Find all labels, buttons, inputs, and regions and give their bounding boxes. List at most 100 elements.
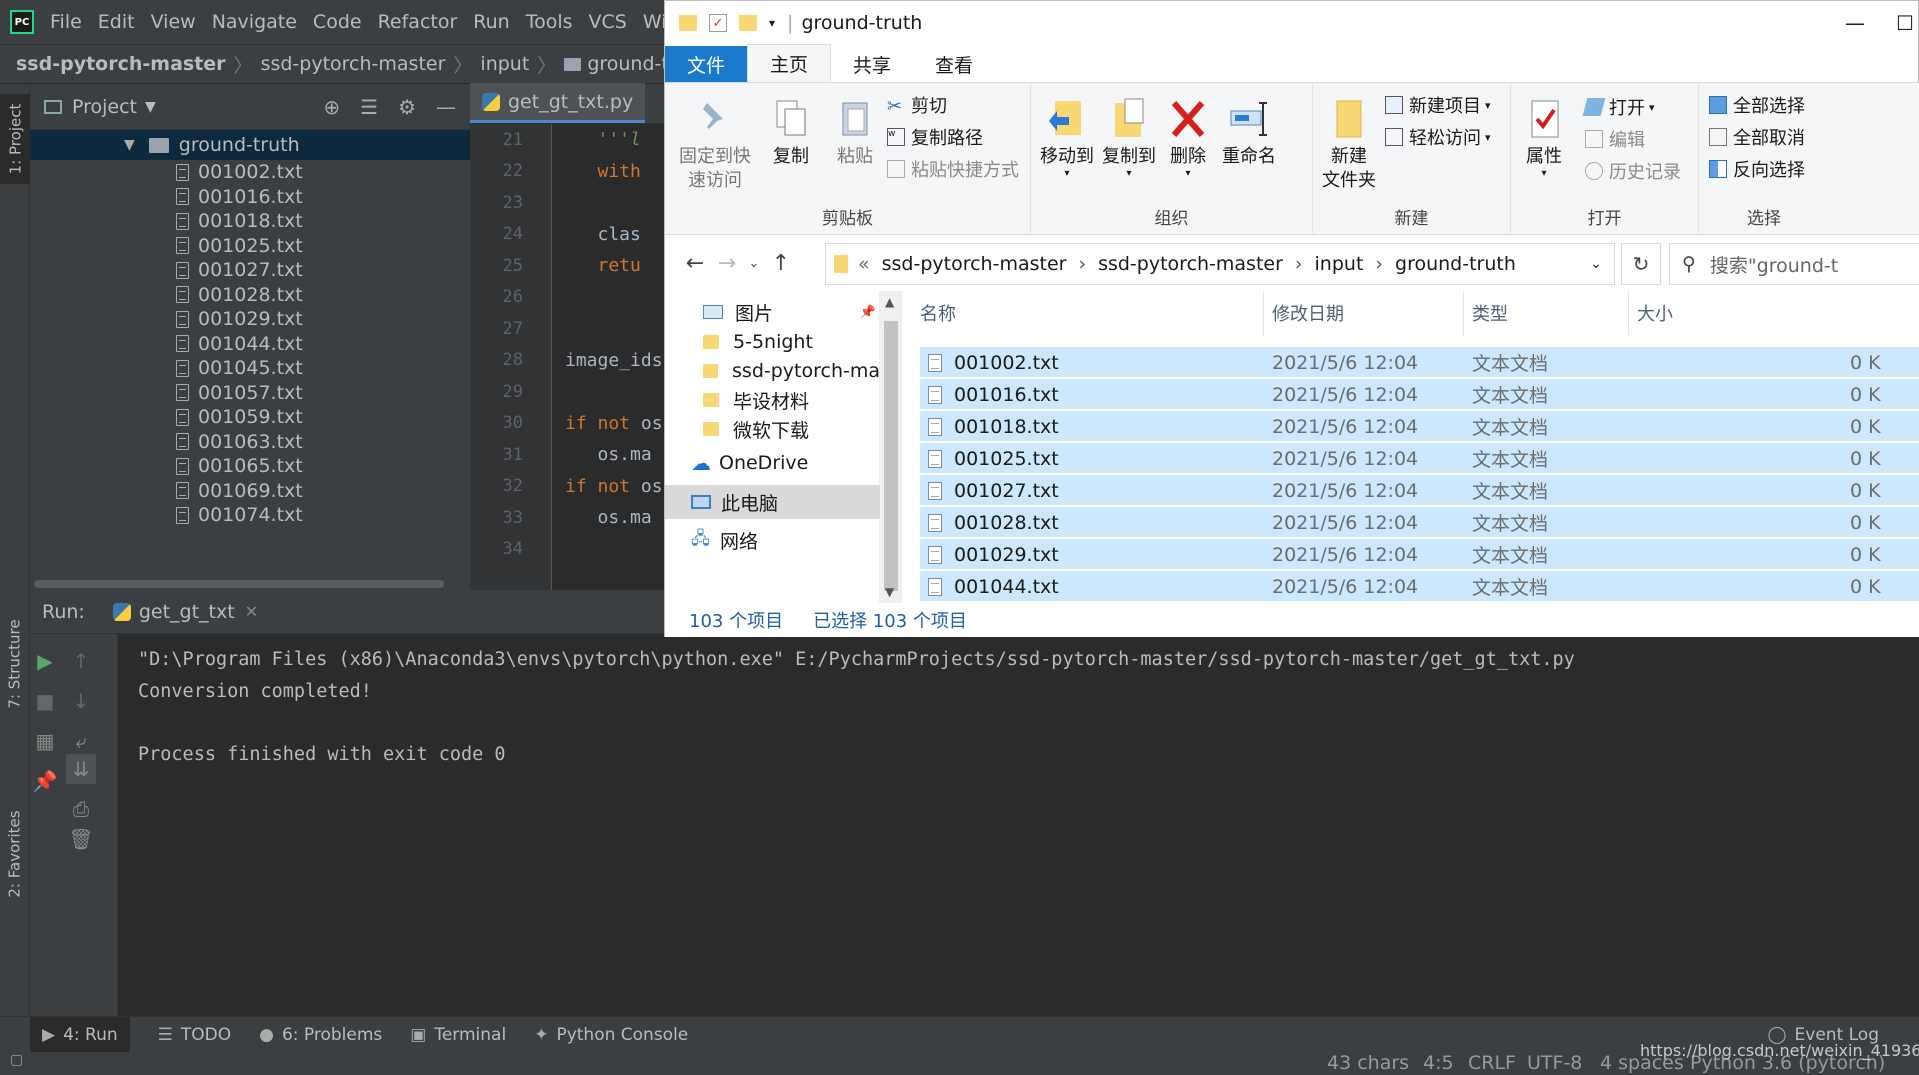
chevron-down-icon[interactable]: ⌄ [1590,256,1602,272]
properties-quick-icon[interactable]: ✓ [709,14,727,32]
tree-file-row[interactable]: 001029.txt [30,307,470,332]
column-header-date[interactable]: 修改日期 [1264,291,1464,335]
trash-icon[interactable]: 🗑 [66,824,96,854]
rerun-icon[interactable]: ▶ [30,646,60,676]
print-icon[interactable]: ⎙ [66,794,96,824]
scroll-to-end-icon[interactable]: ⇊ [66,754,96,784]
tree-file-row[interactable]: 001059.txt [30,405,470,430]
search-input[interactable]: ⚲ 搜索"ground-t [1669,243,1919,285]
menu-view[interactable]: View [151,11,196,33]
tree-file-row[interactable]: 001063.txt [30,430,470,455]
nav-item-this-pc[interactable]: 此电脑 [665,485,880,519]
status-panel-icon[interactable]: ▢ [10,1052,23,1068]
soft-wrap-icon[interactable]: ⤶ [66,726,96,756]
pin-quick-access-button[interactable]: 固定到快 速访问 [673,97,757,193]
column-header-type[interactable]: 类型 [1464,291,1629,335]
maximize-button[interactable]: ☐ [1880,1,1919,45]
file-row[interactable]: 001027.txt 2021/5/6 12:04 文本文档 0 K [920,475,1919,506]
address-bar[interactable]: « ssd-pytorch-master › ssd-pytorch-maste… [825,243,1615,285]
column-header-size[interactable]: 大小 [1629,291,1919,335]
address-crumb[interactable]: ssd-pytorch-master [882,253,1067,275]
history-button[interactable]: 历史记录 [1585,157,1681,185]
new-folder-button[interactable]: 新建 文件夹 [1319,97,1379,193]
chevron-down-icon[interactable]: ▼ [124,137,135,153]
up-arrow-icon[interactable]: ↑ [66,646,96,676]
tab-file[interactable]: 文件 [665,46,748,82]
nav-item-onedrive[interactable]: ☁ OneDrive [665,446,880,480]
paste-shortcut-button[interactable]: 粘贴快捷方式 [887,155,1019,183]
tool-tab-run[interactable]: ▶ 4: Run [30,1016,130,1053]
move-to-button[interactable]: 移动到 ▾ [1037,97,1097,179]
column-header-name[interactable]: 名称 [912,291,1264,335]
status-cursor-position[interactable]: 4:5 [1423,1052,1454,1074]
file-row[interactable]: 001044.txt 2021/5/6 12:04 文本文档 0 K [920,571,1919,602]
editor-tab[interactable]: get_gt_txt.py [470,83,646,123]
recent-locations-chevron-icon[interactable]: ⌄ [743,256,765,271]
up-arrow-icon[interactable]: ↑ [765,251,797,276]
refresh-button[interactable]: ↻ [1621,243,1661,285]
tree-file-row[interactable]: 001074.txt [30,503,470,528]
tree-file-row[interactable]: 001025.txt [30,234,470,259]
address-crumb[interactable]: input [1315,253,1364,275]
tree-file-row[interactable]: 001028.txt [30,283,470,308]
file-row[interactable]: 001016.txt 2021/5/6 12:04 文本文档 0 K [920,379,1919,410]
menu-vcs[interactable]: VCS [589,11,627,33]
tool-tab-structure[interactable]: 7: Structure [0,604,30,724]
chevron-down-icon[interactable]: ▼ [145,99,156,115]
copy-button[interactable]: 复制 [761,97,821,169]
file-row[interactable]: 001018.txt 2021/5/6 12:04 文本文档 0 K [920,411,1919,442]
status-encoding[interactable]: UTF-8 [1527,1052,1582,1074]
invert-selection-button[interactable]: 反向选择 [1709,155,1805,183]
menu-file[interactable]: File [50,11,82,33]
copy-path-button[interactable]: w 复制路径 [887,123,983,151]
tool-tab-todo[interactable]: ☰ TODO [158,1025,232,1045]
minimize-button[interactable]: — [1830,1,1880,45]
tree-file-row[interactable]: 001057.txt [30,381,470,406]
nav-item-downloads[interactable]: 微软下载 [665,412,880,446]
horizontal-scrollbar[interactable] [30,578,470,590]
tree-file-row[interactable]: 001069.txt [30,479,470,504]
scrollbar-thumb[interactable] [884,321,898,591]
menu-run[interactable]: Run [473,11,509,33]
open-button[interactable]: 打开 ▾ [1582,93,1655,121]
locate-icon[interactable]: ⊕ [323,95,340,119]
edit-button[interactable]: 编辑 [1585,125,1645,153]
tree-file-row[interactable]: 001065.txt [30,454,470,479]
chevron-right-icon[interactable]: › [1295,253,1303,275]
address-crumb[interactable]: ground-truth [1395,253,1516,275]
file-row[interactable]: 001029.txt 2021/5/6 12:04 文本文档 0 K [920,539,1919,570]
minimize-icon[interactable]: — [436,95,456,119]
select-none-button[interactable]: 全部取消 [1709,123,1805,151]
run-tab[interactable]: get_gt_txt ✕ [112,601,258,623]
breadcrumb-item[interactable]: ssd-pytorch-master [261,53,446,75]
collapse-all-icon[interactable]: ☰ [360,95,378,119]
tool-tab-python-console[interactable]: ✦ Python Console [534,1025,688,1045]
tree-file-row[interactable]: 001027.txt [30,258,470,283]
project-view-selector[interactable]: Project [72,96,137,118]
gear-icon[interactable]: ⚙ [398,95,416,119]
tool-tab-project[interactable]: 1: Project [0,94,30,184]
copy-to-button[interactable]: 复制到 ▾ [1099,97,1159,179]
close-icon[interactable]: ✕ [245,602,258,621]
chevron-down-icon[interactable]: ▾ [769,16,775,30]
forward-arrow-icon[interactable]: → [711,251,743,276]
menu-code[interactable]: Code [313,11,362,33]
console-output[interactable]: "D:\Program Files (x86)\Anaconda3\envs\p… [138,634,1898,1016]
layout-icon[interactable]: ▦ [30,726,60,756]
cut-button[interactable]: ✂ 剪切 [887,91,947,119]
menu-edit[interactable]: Edit [98,11,135,33]
scrollbar-thumb[interactable] [34,580,444,588]
back-arrow-icon[interactable]: ← [679,251,711,276]
file-row[interactable]: 001002.txt 2021/5/6 12:04 文本文档 0 K [920,347,1919,378]
tree-file-row[interactable]: 001018.txt [30,209,470,234]
overflow-chevron-icon[interactable]: « [858,253,870,275]
stop-icon[interactable]: ■ [30,686,60,716]
breadcrumb-item[interactable]: ssd-pytorch-master [16,53,226,75]
paste-button[interactable]: 粘贴 [825,97,885,169]
menu-tools[interactable]: Tools [526,11,573,33]
tree-file-row[interactable]: 001045.txt [30,356,470,381]
status-line-ending[interactable]: CRLF [1468,1052,1516,1074]
scroll-up-icon[interactable]: ▲ [885,295,894,309]
menu-refactor[interactable]: Refactor [378,11,458,33]
new-folder-quick-icon[interactable] [739,15,757,31]
